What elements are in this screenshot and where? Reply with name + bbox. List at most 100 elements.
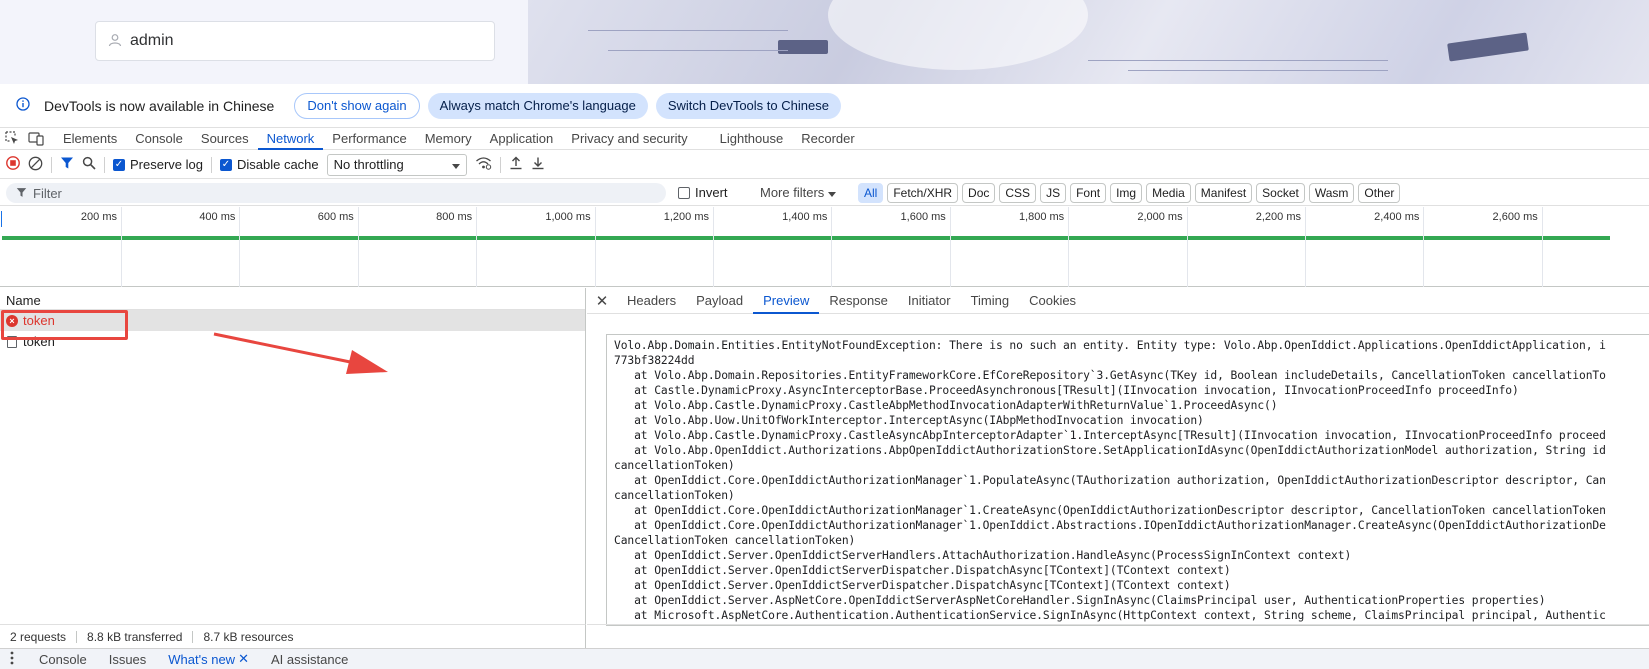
throttling-select[interactable]: No throttling (326, 153, 467, 176)
filter-type-manifest[interactable]: Manifest (1194, 183, 1253, 203)
response-preview[interactable]: Volo.Abp.Domain.Entities.EntityNotFoundE… (606, 334, 1649, 626)
timeline-tick-label: 1,000 ms (545, 211, 591, 223)
network-overview-timeline[interactable]: 200 ms 400 ms 600 ms 800 ms 1,000 ms 1,200 ms… (0, 207, 1649, 287)
filter-type-doc[interactable]: Doc (962, 183, 996, 203)
exception-stack-trace: Volo.Abp.Domain.Entities.EntityNotFoundE… (614, 339, 1606, 622)
decorative-chip (778, 40, 828, 54)
decorative-line (1088, 60, 1388, 61)
import-har-icon[interactable] (509, 156, 523, 173)
tab-cookies[interactable]: Cookies (1019, 288, 1086, 314)
toolbar-divider (51, 156, 52, 173)
toolbar-divider (499, 156, 501, 173)
timeline-tick-label: 400 ms (199, 211, 236, 223)
network-conditions-icon[interactable] (475, 156, 492, 173)
tab-response[interactable]: Response (819, 288, 898, 314)
detail-pane-footer (587, 624, 1649, 648)
preserve-log-checkbox[interactable]: ✓ Preserve log (113, 157, 203, 172)
tab-payload[interactable]: Payload (686, 288, 753, 314)
drawer-tab-console[interactable]: Console (28, 652, 98, 667)
export-har-icon[interactable] (531, 156, 545, 173)
timeline-gridline (949, 207, 951, 287)
filter-type-font[interactable]: Font (1070, 183, 1107, 203)
page-header-area: admin (0, 0, 1649, 84)
column-header-name[interactable]: Name (0, 288, 585, 310)
timeline-tick-label: 1,400 ms (782, 211, 828, 223)
tab-headers[interactable]: Headers (617, 288, 686, 314)
tab-elements[interactable]: Elements (54, 128, 126, 150)
more-filters-dropdown[interactable]: More filters (760, 185, 836, 200)
drawer-tab-ai-assistance[interactable]: AI assistance (260, 652, 359, 667)
detail-tab-strip: ✕ Headers Payload Preview Response Initi… (587, 288, 1649, 314)
more-options-icon[interactable] (10, 651, 14, 668)
device-toolbar-icon[interactable] (24, 131, 48, 146)
timeline-gridline (1541, 207, 1543, 287)
filter-type-all[interactable]: All (858, 183, 884, 203)
tab-console[interactable]: Console (126, 128, 192, 150)
tab-preview[interactable]: Preview (753, 288, 820, 314)
dont-show-again-button[interactable]: Don't show again (294, 92, 420, 119)
tab-timing[interactable]: Timing (961, 288, 1020, 314)
switch-devtools-chinese-button[interactable]: Switch DevTools to Chinese (655, 92, 841, 119)
timeline-gridline (1186, 207, 1188, 287)
drawer-tab-label: What's new (168, 651, 236, 667)
timeline-gridline (1423, 207, 1425, 287)
tab-lighthouse[interactable]: Lighthouse (711, 128, 793, 150)
filter-type-wasm[interactable]: Wasm (1308, 183, 1355, 203)
info-icon (16, 97, 30, 114)
stop-recording-icon[interactable] (6, 156, 20, 173)
filter-type-img[interactable]: Img (1110, 183, 1143, 203)
timeline-tick-label: 2,400 ms (1374, 211, 1420, 223)
close-icon[interactable]: ✕ (587, 292, 617, 310)
close-icon[interactable]: ✕ (238, 651, 249, 667)
infobar-message: DevTools is now available in Chinese (44, 97, 275, 114)
filter-type-socket[interactable]: Socket (1256, 183, 1305, 203)
timeline-tick-label: 2,200 ms (1255, 211, 1301, 223)
drawer-tab-issues[interactable]: Issues (98, 652, 158, 667)
tab-recorder[interactable]: Recorder (792, 128, 863, 150)
filter-placeholder: Filter (33, 185, 62, 201)
filter-input[interactable]: Filter (6, 183, 666, 203)
tab-performance[interactable]: Performance (323, 128, 415, 150)
invert-label: Invert (695, 185, 728, 200)
throttling-value: No throttling (333, 157, 404, 172)
filter-type-fetch-xhr[interactable]: Fetch/XHR (887, 183, 959, 203)
request-count: 2 requests (10, 629, 67, 644)
request-detail-pane: ✕ Headers Payload Preview Response Initi… (587, 288, 1649, 648)
inspect-element-icon[interactable] (0, 131, 24, 146)
timeline-gridline (594, 207, 596, 287)
timeline-tick-label: 200 ms (80, 211, 117, 223)
tab-privacy-security[interactable]: Privacy and security (562, 128, 696, 150)
drawer-tab-whats-new[interactable]: What's new ✕ (157, 651, 260, 667)
timeline-gridline (713, 207, 714, 287)
decorative-line (608, 50, 788, 51)
tab-network[interactable]: Network (257, 128, 324, 150)
devtools-tab-strip: Elements Console Sources Network Perform… (0, 128, 1649, 150)
filter-type-css[interactable]: CSS (999, 183, 1037, 203)
clear-icon[interactable] (28, 156, 43, 174)
username-value: admin (130, 32, 174, 49)
resources-size: 8.7 kB resources (203, 629, 294, 644)
waterfall-bar (2, 236, 1610, 240)
always-match-language-button[interactable]: Always match Chrome's language (427, 92, 648, 119)
timeline-gridline (357, 207, 359, 287)
tab-sources[interactable]: Sources (192, 128, 258, 150)
timeline-tick-label: 1,200 ms (663, 211, 709, 223)
username-field[interactable]: admin (95, 21, 495, 61)
disable-cache-checkbox[interactable]: ✓ Disable cache (219, 157, 319, 172)
decorative-line (588, 30, 788, 31)
search-icon[interactable] (82, 156, 96, 173)
invert-checkbox[interactable]: Invert (678, 185, 728, 200)
timeline-gridline (239, 207, 241, 287)
tab-initiator[interactable]: Initiator (898, 288, 961, 314)
filter-type-js[interactable]: JS (1040, 183, 1067, 203)
tab-application[interactable]: Application (481, 128, 563, 150)
annotation-arrow-icon (213, 332, 388, 374)
status-divider (192, 630, 194, 643)
tab-memory[interactable]: Memory (416, 128, 481, 150)
timeline-tick-label: 2,600 ms (1492, 211, 1538, 223)
toolbar-divider (104, 156, 105, 173)
filter-type-media[interactable]: Media (1146, 183, 1191, 203)
filter-type-other[interactable]: Other (1358, 183, 1401, 203)
filter-funnel-icon[interactable] (60, 156, 74, 173)
timeline-tick-label: 2,000 ms (1137, 211, 1183, 223)
